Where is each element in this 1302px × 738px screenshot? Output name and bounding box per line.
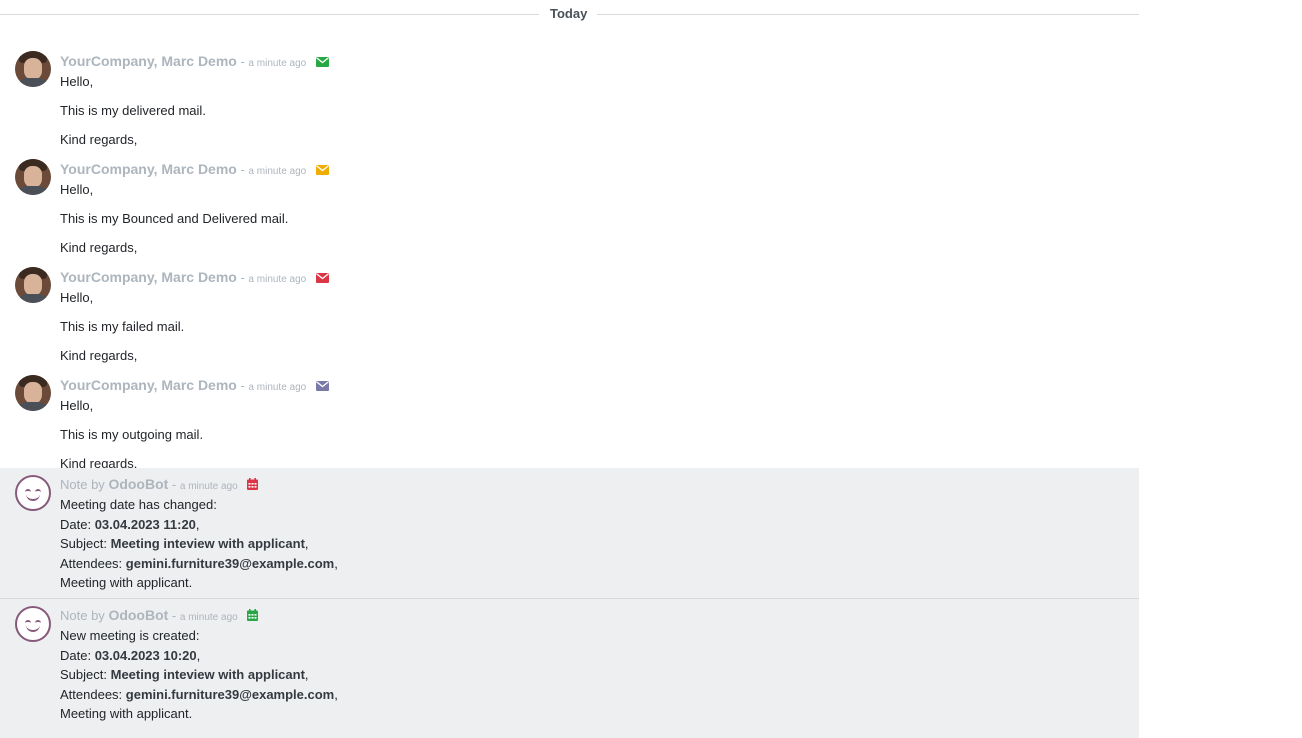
message-header: YourCompany, Marc Demo - a minute ago xyxy=(60,374,1139,396)
odoobot-avatar[interactable] xyxy=(15,475,51,511)
date-separator: Today xyxy=(0,0,1139,30)
message-body: Hello, This is my Bounced and Delivered … xyxy=(60,180,1139,258)
message-text: This is my delivered mail. xyxy=(60,103,206,118)
note-date-value: 03.04.2023 11:20 xyxy=(94,516,196,532)
author-name[interactable]: YourCompany, Marc Demo xyxy=(60,377,237,393)
avatar[interactable] xyxy=(15,51,51,87)
calendar-icon xyxy=(247,475,259,497)
message-header: YourCompany, Marc Demo - a minute ago xyxy=(60,266,1139,288)
message-greeting: Hello, xyxy=(60,182,94,197)
author-name[interactable]: YourCompany, Marc Demo xyxy=(60,53,237,69)
note-subject-value: Meeting inteview with applicant xyxy=(110,536,305,551)
note-headline: New meeting is created: xyxy=(60,628,200,643)
note-item: Note by OdooBot - a minute ago New meeti… xyxy=(0,598,1139,738)
message-greeting: Hello, xyxy=(60,398,94,413)
note-date-line: Date: 03.04.2023 11:20, xyxy=(60,516,200,532)
note-attendees-line: Attendees: gemini.furniture39@example.co… xyxy=(60,555,338,571)
message-body: Hello, This is my delivered mail. Kind r… xyxy=(60,72,1139,150)
avatar[interactable] xyxy=(15,375,51,411)
chatter-thread: Today YourCompany, Marc Demo - a minute … xyxy=(0,0,1139,738)
note-headline: Meeting date has changed: xyxy=(60,497,217,512)
message-time: a minute ago xyxy=(248,274,307,285)
date-separator-label: Today xyxy=(550,6,588,21)
calendar-icon xyxy=(247,606,259,628)
message-item: YourCompany, Marc Demo - a minute ago He… xyxy=(0,50,1139,158)
note-time: a minute ago xyxy=(179,481,238,492)
note-item: Note by OdooBot - a minute ago Meeting d… xyxy=(0,468,1139,598)
message-closing: Kind regards, xyxy=(60,240,138,255)
message-text: This is my failed mail. xyxy=(60,319,185,334)
note-time: a minute ago xyxy=(179,612,238,623)
note-header: Note by OdooBot - a minute ago xyxy=(60,473,1139,495)
note-prefix: Note by xyxy=(60,477,105,492)
message-body: Hello, This is my failed mail. Kind rega… xyxy=(60,288,1139,366)
message-body: Hello, This is my outgoing mail. Kind re… xyxy=(60,396,1139,474)
message-item: YourCompany, Marc Demo - a minute ago He… xyxy=(0,158,1139,266)
message-item: YourCompany, Marc Demo - a minute ago He… xyxy=(0,266,1139,374)
author-name[interactable]: OdooBot xyxy=(108,607,168,623)
note-date-value: 03.04.2023 10:20 xyxy=(94,647,197,663)
author-name[interactable]: OdooBot xyxy=(108,476,168,492)
message-text: This is my outgoing mail. xyxy=(60,427,204,442)
odoobot-avatar[interactable] xyxy=(15,606,51,642)
author-name[interactable]: YourCompany, Marc Demo xyxy=(60,269,237,285)
note-body: Meeting date has changed: Date: 03.04.20… xyxy=(60,495,1139,593)
note-subject-line: Subject: Meeting inteview with applicant… xyxy=(60,667,309,682)
message-greeting: Hello, xyxy=(60,290,94,305)
message-greeting: Hello, xyxy=(60,74,94,89)
separator-line-right xyxy=(597,14,1139,15)
author-name[interactable]: YourCompany, Marc Demo xyxy=(60,161,237,177)
note-prefix: Note by xyxy=(60,608,105,623)
note-body: New meeting is created: Date: 03.04.2023… xyxy=(60,626,1139,724)
message-closing: Kind regards, xyxy=(60,132,138,147)
avatar[interactable] xyxy=(15,159,51,195)
message-header: YourCompany, Marc Demo - a minute ago xyxy=(60,50,1139,72)
message-time: a minute ago xyxy=(248,166,307,177)
note-subject-value: Meeting inteview with applicant xyxy=(110,667,305,682)
envelope-icon[interactable] xyxy=(315,52,329,74)
note-attendees-line: Attendees: gemini.furniture39@example.co… xyxy=(60,686,338,702)
envelope-icon[interactable] xyxy=(315,160,329,182)
note-attendees-value: gemini.furniture39@example.com xyxy=(125,686,335,702)
message-time: a minute ago xyxy=(248,382,307,393)
note-header: Note by OdooBot - a minute ago xyxy=(60,604,1139,626)
message-closing: Kind regards, xyxy=(60,348,138,363)
avatar[interactable] xyxy=(15,267,51,303)
note-description: Meeting with applicant. xyxy=(60,706,193,721)
message-text: This is my Bounced and Delivered mail. xyxy=(60,211,289,226)
note-description: Meeting with applicant. xyxy=(60,575,193,590)
envelope-icon[interactable] xyxy=(315,376,329,398)
envelope-icon[interactable] xyxy=(315,268,329,290)
message-header: YourCompany, Marc Demo - a minute ago xyxy=(60,158,1139,180)
note-subject-line: Subject: Meeting inteview with applicant… xyxy=(60,536,309,551)
message-item: YourCompany, Marc Demo - a minute ago He… xyxy=(0,374,1139,471)
note-attendees-value: gemini.furniture39@example.com xyxy=(125,555,335,571)
separator-line-left xyxy=(0,14,539,15)
message-time: a minute ago xyxy=(248,58,307,69)
note-date-line: Date: 03.04.2023 10:20, xyxy=(60,647,201,663)
